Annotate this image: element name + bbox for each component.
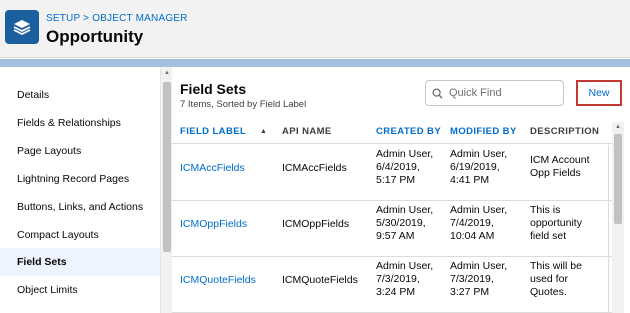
api-name-cell: ICMOppFields xyxy=(282,218,350,230)
sidebar-item-field-sets[interactable]: Field Sets xyxy=(0,248,160,276)
created-date: 6/4/2019, xyxy=(376,161,420,173)
sidebar-item-buttons-links-actions[interactable]: Buttons, Links, and Actions xyxy=(0,193,160,221)
description-cell: This will be used for Quotes. xyxy=(530,260,582,299)
description-cell: ICM Account Opp Fields xyxy=(530,154,590,180)
description-line: Opp Fields xyxy=(530,167,581,179)
created-time: 5:17 PM xyxy=(376,174,416,186)
created-by-cell: Admin User, 6/4/2019, 5:17 PM xyxy=(376,148,433,187)
sidebar-item-lightning-record-pages[interactable]: Lightning Record Pages xyxy=(0,165,160,193)
modified-by-cell: Admin User, 7/3/2019, 3:27 PM xyxy=(450,260,507,299)
section-subtitle: 7 Items, Sorted by Field Label xyxy=(180,99,307,110)
table-row: ICMOppFields ICMOppFields Admin User, 5/… xyxy=(172,201,612,257)
column-header-field-label[interactable]: FIELD LABEL xyxy=(180,126,246,137)
column-header-modified-by[interactable]: MODIFIED BY xyxy=(450,126,517,137)
main-panel: Field Sets 7 Items, Sorted by Field Labe… xyxy=(172,67,630,313)
section-title: Field Sets xyxy=(180,81,247,97)
sidebar-item-fields-relationships[interactable]: Fields & Relationships xyxy=(0,109,160,137)
table-header: FIELD LABEL ▲ API NAME CREATED BY MODIFI… xyxy=(172,122,612,144)
created-by-user-link[interactable]: Admin User, xyxy=(376,148,433,161)
table-scrollbar[interactable]: ▲ xyxy=(612,122,624,313)
modified-by-user-link[interactable]: Admin User, xyxy=(450,260,507,273)
sidebar-item-details[interactable]: Details xyxy=(0,81,160,109)
breadcrumb: SETUP > OBJECT MANAGER xyxy=(46,13,188,24)
new-button[interactable]: New xyxy=(576,80,622,106)
created-time: 3:24 PM xyxy=(376,286,416,298)
description-line: This is xyxy=(530,204,561,216)
sidebar-scroll-thumb[interactable] xyxy=(163,82,171,252)
description-line: field set xyxy=(530,230,567,242)
page-title: Opportunity xyxy=(46,27,144,46)
field-label-link[interactable]: ICMOppFields xyxy=(180,218,247,231)
layers-icon xyxy=(5,10,39,44)
table-scroll-thumb[interactable] xyxy=(614,134,622,224)
scroll-up-icon[interactable]: ▲ xyxy=(164,70,170,76)
api-name-cell: ICMQuoteFields xyxy=(282,274,358,286)
modified-date: 7/4/2019, xyxy=(450,217,494,229)
quick-find-input[interactable] xyxy=(449,87,559,99)
sidebar-item-compact-layouts[interactable]: Compact Layouts xyxy=(0,221,160,249)
created-time: 9:57 AM xyxy=(376,230,415,242)
breadcrumb-separator: > xyxy=(83,13,90,24)
field-label-link[interactable]: ICMQuoteFields xyxy=(180,274,256,287)
modified-time: 3:27 PM xyxy=(450,286,490,298)
sidebar-item-page-layouts[interactable]: Page Layouts xyxy=(0,137,160,165)
modified-time: 10:04 AM xyxy=(450,230,495,242)
sidebar: Details Fields & Relationships Page Layo… xyxy=(0,67,160,313)
breadcrumb-object-manager[interactable]: OBJECT MANAGER xyxy=(92,13,187,24)
modified-by-cell: Admin User, 7/4/2019, 10:04 AM xyxy=(450,204,507,243)
table-row: ICMQuoteFields ICMQuoteFields Admin User… xyxy=(172,257,612,313)
created-by-cell: Admin User, 7/3/2019, 3:24 PM xyxy=(376,260,433,299)
scroll-up-icon[interactable]: ▲ xyxy=(615,124,621,130)
sidebar-item-object-limits[interactable]: Object Limits xyxy=(0,276,160,304)
api-name-cell: ICMAccFields xyxy=(282,162,347,174)
modified-time: 4:41 PM xyxy=(450,174,490,186)
description-line: used for xyxy=(530,273,568,285)
description-cell: This is opportunity field set xyxy=(530,204,582,243)
field-label-link[interactable]: ICMAccFields xyxy=(180,162,245,175)
modified-by-user-link[interactable]: Admin User, xyxy=(450,204,507,217)
breadcrumb-setup[interactable]: SETUP xyxy=(46,13,80,24)
created-by-user-link[interactable]: Admin User, xyxy=(376,204,433,217)
quick-find-box[interactable] xyxy=(425,80,564,106)
column-header-api-name[interactable]: API NAME xyxy=(282,126,332,137)
modified-date: 7/3/2019, xyxy=(450,273,494,285)
column-header-created-by[interactable]: CREATED BY xyxy=(376,126,441,137)
created-by-user-link[interactable]: Admin User, xyxy=(376,260,433,273)
description-line: This will be xyxy=(530,260,582,272)
header-band xyxy=(0,59,630,67)
created-date: 7/3/2019, xyxy=(376,273,420,285)
modified-by-cell: Admin User, 6/19/2019, 4:41 PM xyxy=(450,148,507,187)
description-line: ICM Account xyxy=(530,154,590,166)
created-by-cell: Admin User, 5/30/2019, 9:57 AM xyxy=(376,204,433,243)
description-line: opportunity xyxy=(530,217,582,229)
modified-date: 6/19/2019, xyxy=(450,161,500,173)
created-date: 5/30/2019, xyxy=(376,217,426,229)
modified-by-user-link[interactable]: Admin User, xyxy=(450,148,507,161)
description-line: Quotes. xyxy=(530,286,567,298)
page-header: SETUP > OBJECT MANAGER Opportunity xyxy=(0,0,630,58)
sidebar-scrollbar[interactable]: ▲ xyxy=(160,67,172,313)
column-header-description[interactable]: DESCRIPTION xyxy=(530,126,599,137)
sort-ascending-icon[interactable]: ▲ xyxy=(260,128,267,135)
search-icon xyxy=(432,87,443,99)
table-row: ICMAccFields ICMAccFields Admin User, 6/… xyxy=(172,145,612,201)
